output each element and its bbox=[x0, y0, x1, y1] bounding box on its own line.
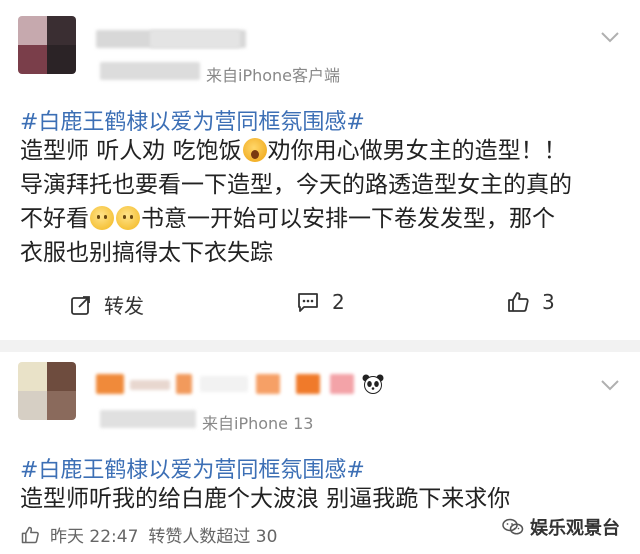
username-blurred-2 bbox=[150, 30, 240, 48]
username-blurred-2 bbox=[130, 380, 170, 390]
username-blurred-3 bbox=[176, 374, 192, 394]
repost-button[interactable]: 转发 bbox=[70, 290, 144, 319]
username-blurred-4 bbox=[200, 376, 248, 392]
hushed-face-emoji-icon bbox=[116, 206, 140, 230]
post-time-blurred bbox=[100, 410, 196, 428]
post-line-3: 不好看 书意一开始可以安排一下卷发发型，那个 bbox=[20, 206, 555, 232]
wechat-logo-icon bbox=[502, 518, 524, 535]
repost-icon bbox=[71, 295, 90, 315]
post-line-1: 造型师 听人劝 吃饱饭 劝你用心做男女主的造型！！ bbox=[20, 138, 567, 164]
user-avatar[interactable] bbox=[18, 362, 76, 420]
hashtag-link[interactable]: #白鹿王鹤棣以爱为营同框氛围感# bbox=[20, 104, 365, 136]
post-footer: 昨天 22:47 转赞人数超过 30 bbox=[20, 522, 277, 547]
panda-icon bbox=[362, 374, 384, 394]
like-button[interactable]: 3 bbox=[506, 290, 555, 314]
watermark-text: 娱乐观景台 bbox=[530, 518, 620, 539]
weibo-post-1: 来自iPhone客户端 #白鹿王鹤棣以爱为营同框氛围感# 造型师 听人劝 吃饱饭… bbox=[0, 0, 640, 340]
comment-button[interactable]: 2 bbox=[296, 290, 345, 314]
hushed-face-emoji-icon bbox=[90, 206, 114, 230]
like-icon[interactable] bbox=[20, 525, 40, 545]
username-blurred[interactable] bbox=[96, 374, 124, 394]
chevron-down-icon[interactable] bbox=[600, 378, 620, 392]
hashtag-link[interactable]: #白鹿王鹤棣以爱为营同框氛围感# bbox=[20, 452, 365, 484]
like-icon bbox=[508, 292, 529, 312]
post-source: 来自iPhone客户端 bbox=[206, 66, 341, 85]
user-avatar[interactable] bbox=[18, 16, 76, 74]
watermark: 娱乐观景台 bbox=[502, 514, 620, 540]
post-body: 造型师听我的给白鹿个大波浪 别逼我跪下来求你 bbox=[20, 486, 511, 512]
post-line-4: 衣服也别搞得太下衣失踪 bbox=[20, 240, 273, 266]
screaming-face-emoji-icon bbox=[242, 138, 267, 162]
username-blurred-5 bbox=[256, 374, 280, 394]
post-time: 昨天 22:47 bbox=[50, 527, 139, 547]
post-time-blurred bbox=[100, 62, 200, 80]
likes-note: 转赞人数超过 30 bbox=[148, 527, 278, 547]
username-blurred-6 bbox=[296, 374, 320, 394]
chevron-down-icon[interactable] bbox=[600, 30, 620, 44]
post-line-2: 导演拜托也要看一下造型，今天的路透造型女主的真的 bbox=[20, 172, 572, 198]
post-divider bbox=[0, 340, 640, 352]
username-blurred-7 bbox=[330, 374, 354, 394]
comment-icon bbox=[298, 293, 318, 312]
post-source: 来自iPhone 13 bbox=[202, 414, 314, 433]
post-body: 造型师 听人劝 吃饱饭 劝你用心做男女主的造型！！ 导演拜托也要看一下造型，今天的… bbox=[20, 134, 620, 270]
